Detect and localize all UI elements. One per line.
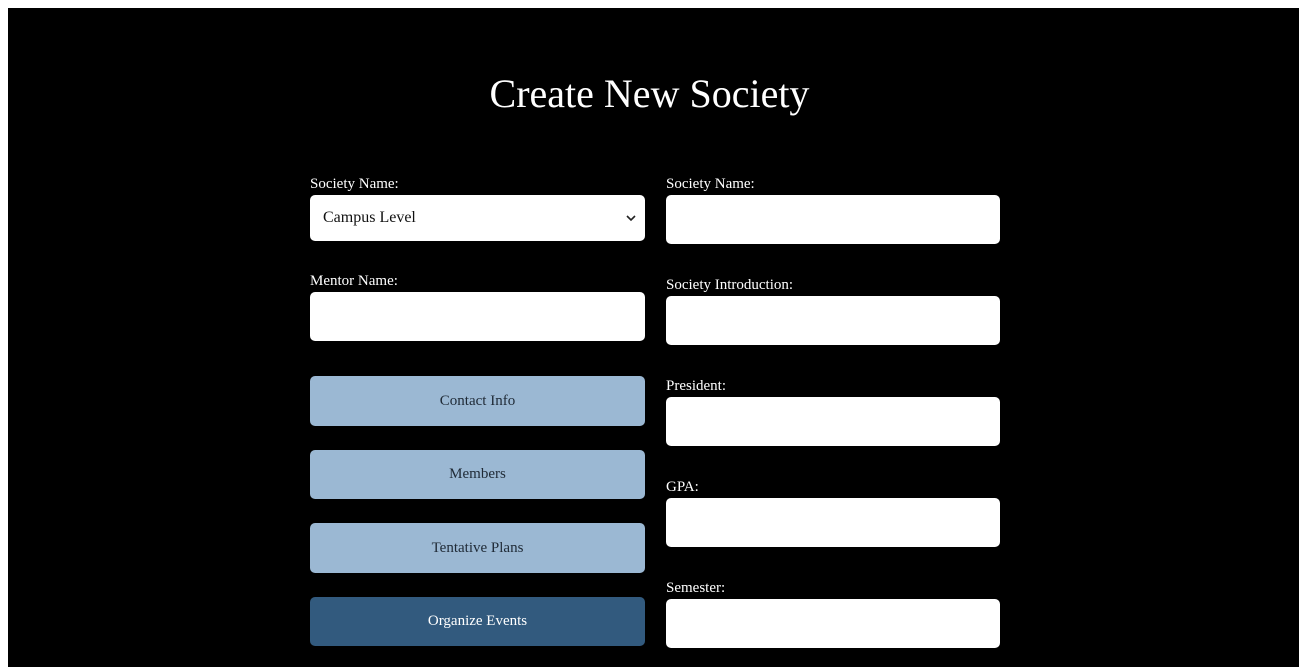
tentative-plans-button[interactable]: Tentative Plans: [310, 523, 645, 573]
contact-info-button[interactable]: Contact Info: [310, 376, 645, 426]
mentor-name-input[interactable]: [310, 292, 645, 341]
mentor-name-label: Mentor Name:: [310, 273, 398, 289]
president-input[interactable]: [666, 397, 1000, 446]
organize-events-button[interactable]: Organize Events: [310, 597, 645, 646]
society-level-label: Society Name:: [310, 176, 399, 192]
semester-label: Semester:: [666, 580, 726, 596]
gpa-label: GPA:: [666, 479, 699, 495]
society-introduction-label: Society Introduction:: [666, 277, 794, 293]
society-level-selected-value: Campus Level: [323, 209, 416, 226]
society-name-input[interactable]: [666, 195, 1000, 244]
semester-input[interactable]: [666, 599, 1000, 648]
society-introduction-input[interactable]: [666, 296, 1000, 345]
gpa-input[interactable]: [666, 498, 1000, 547]
members-button[interactable]: Members: [310, 450, 645, 499]
president-label: President:: [666, 378, 726, 394]
society-name-label: Society Name:: [666, 176, 755, 192]
chevron-down-icon: [625, 212, 637, 224]
page-title: Create New Society: [489, 71, 810, 116]
society-level-select[interactable]: Campus Level: [310, 195, 645, 241]
